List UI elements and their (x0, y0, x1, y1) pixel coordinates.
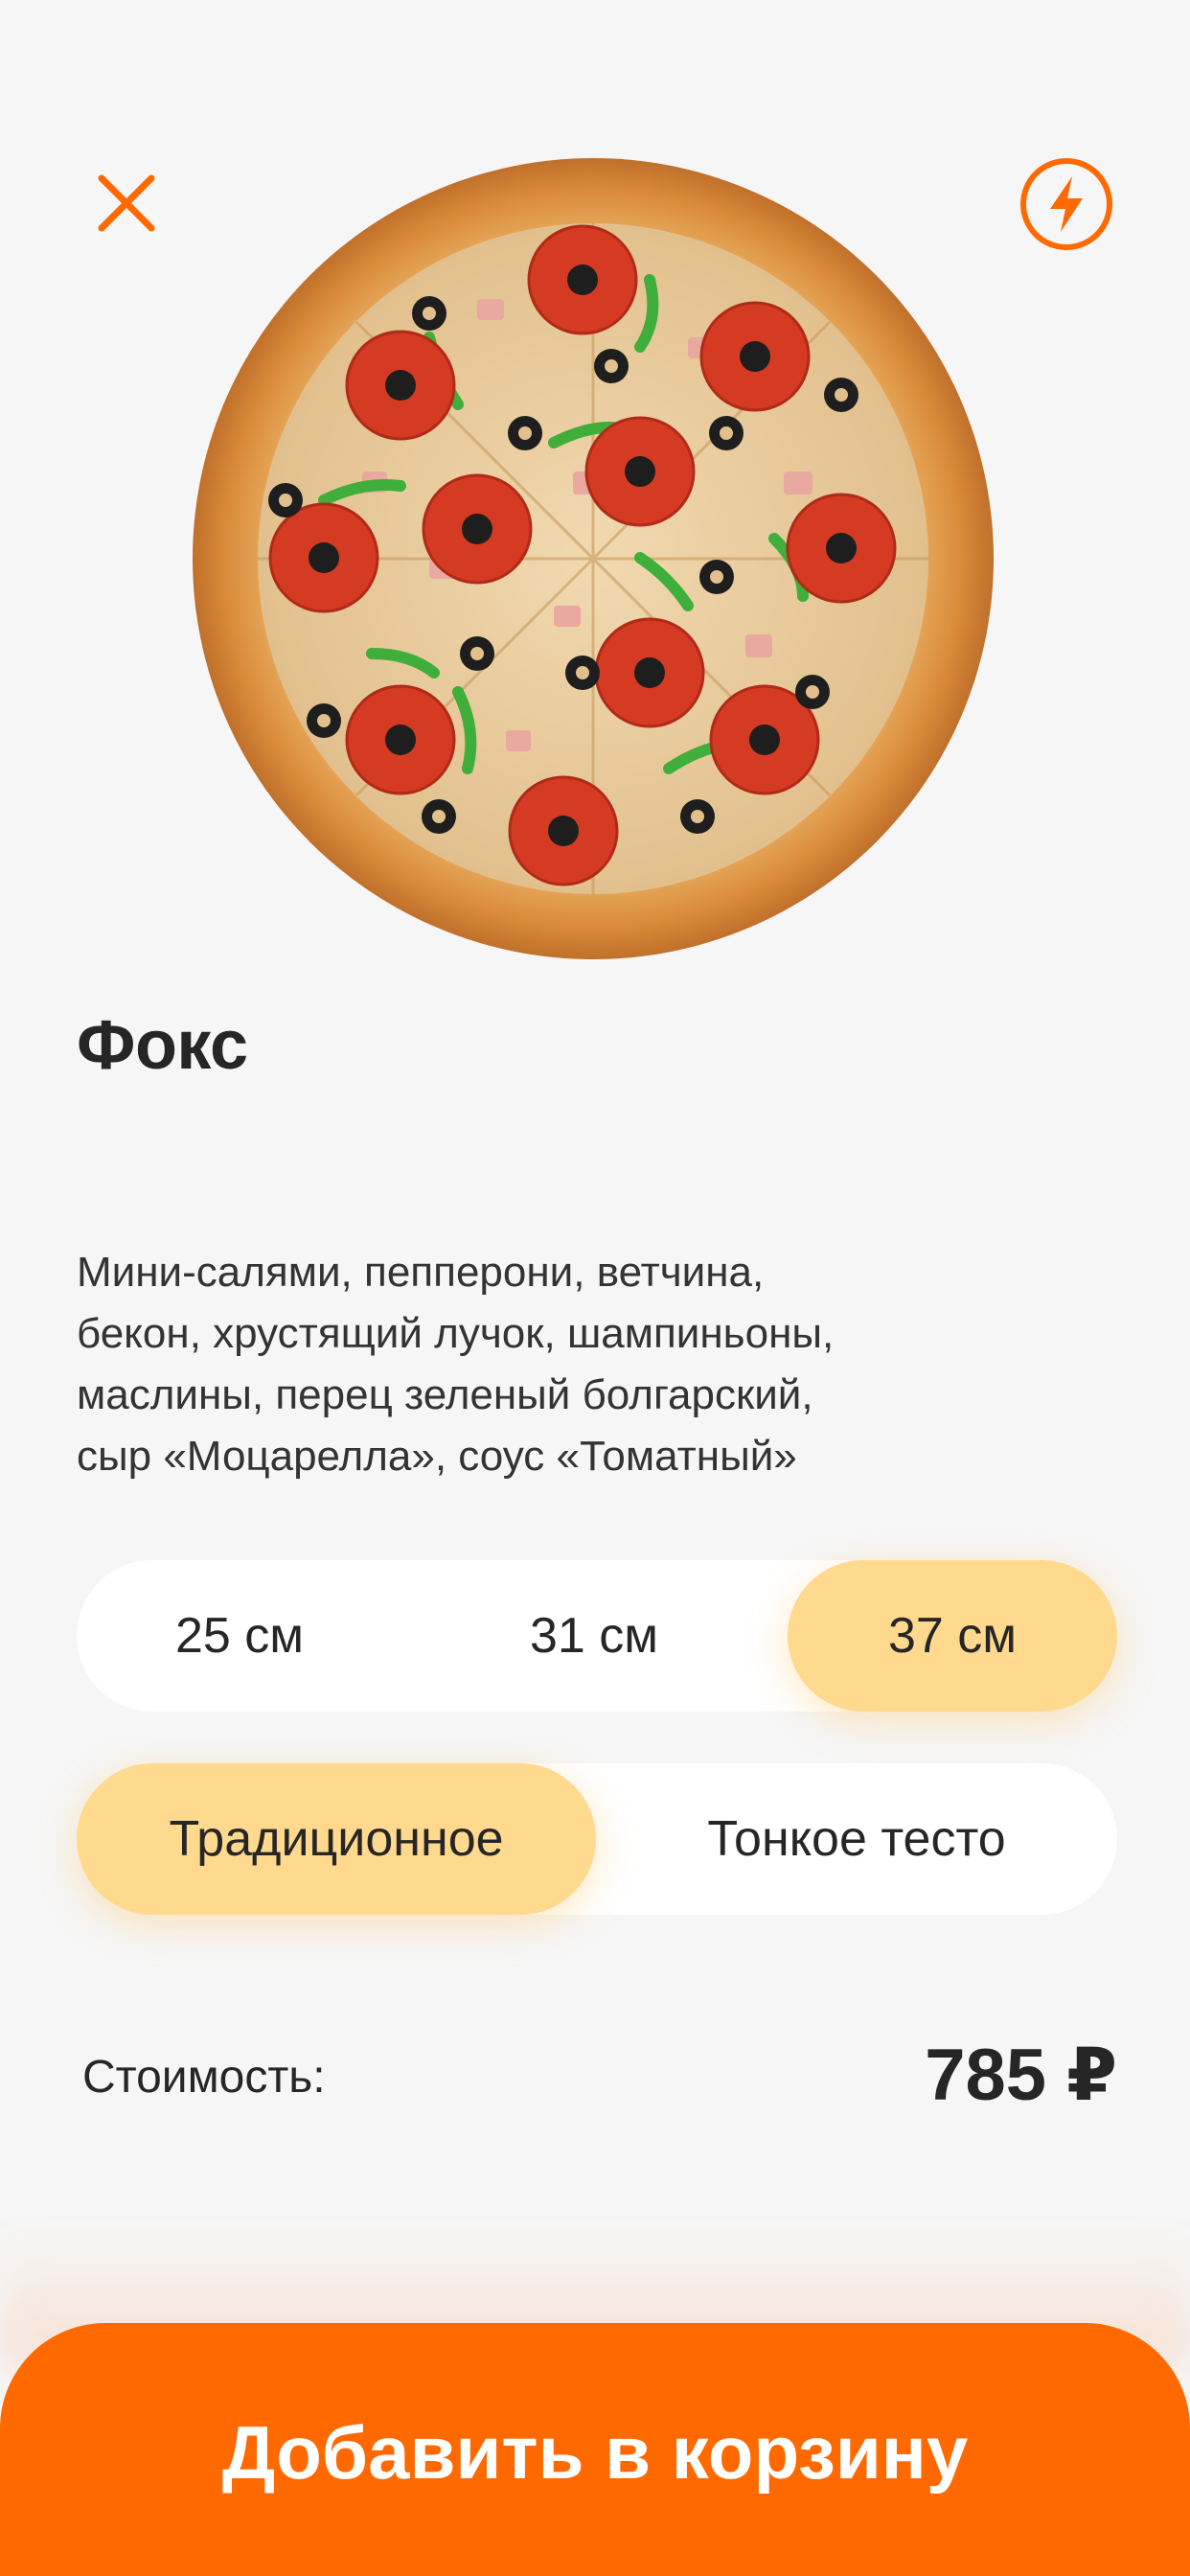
product-description: Мини-салями, пепперони, ветчина, бекон, … (77, 1242, 1035, 1487)
description-line: бекон, хрустящий лучок, шампиньоны, (77, 1310, 835, 1357)
size-selector: 25 см 31 см 37 см (77, 1560, 1117, 1712)
size-option-37[interactable]: 37 см (788, 1560, 1117, 1712)
size-option-31[interactable]: 31 см (431, 1560, 757, 1712)
add-to-cart-button[interactable]: Добавить в корзину (0, 2323, 1190, 2576)
quick-order-button[interactable] (1018, 155, 1115, 253)
close-button[interactable] (88, 165, 165, 242)
size-option-25[interactable]: 25 см (77, 1560, 402, 1712)
dough-option-traditional[interactable]: Традиционное (77, 1763, 596, 1915)
dough-selector: Традиционное Тонкое тесто (77, 1763, 1117, 1915)
description-line: маслины, перец зеленый болгарский, (77, 1371, 813, 1418)
product-title: Фокс (77, 1007, 248, 1084)
lightning-bolt-icon (1020, 158, 1112, 250)
price-label: Стоимость: (82, 2052, 326, 2103)
description-line: сыр «Моцарелла», соус «Томатный» (77, 1433, 797, 1480)
dough-option-thin[interactable]: Тонкое тесто (596, 1763, 1117, 1915)
add-to-cart-label: Добавить в корзину (221, 2410, 969, 2495)
pizza-image (190, 155, 996, 962)
close-icon (98, 174, 155, 232)
description-line: Мини-салями, пепперони, ветчина, (77, 1249, 765, 1296)
price-value: 785 ₽ (925, 2035, 1117, 2116)
